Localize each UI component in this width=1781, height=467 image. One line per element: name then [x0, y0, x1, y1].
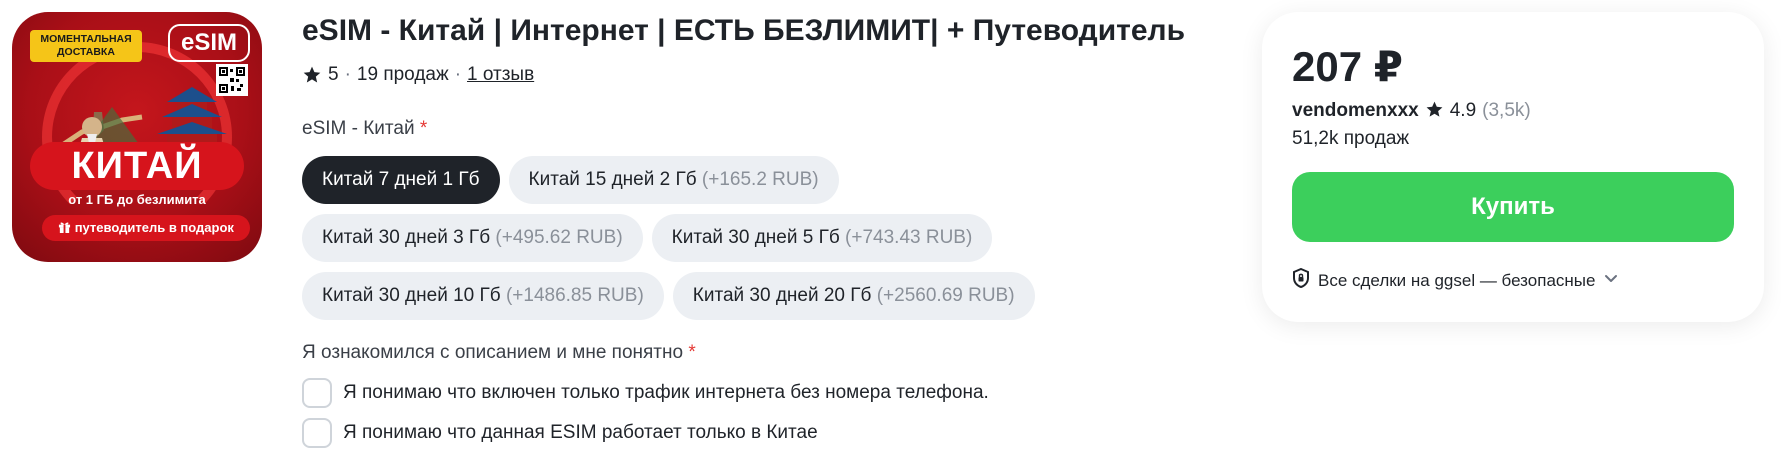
seller-info: vendomenxxx 4.9 (3,5k) — [1292, 100, 1531, 122]
variant-options: Китай 7 дней 1 Гб Китай 15 дней 2 Гб (+1… — [302, 156, 1122, 330]
gift-icon — [58, 220, 75, 235]
delivery-badge: МОМЕНТАЛЬНАЯ ДОСТАВКА — [30, 30, 142, 62]
checkbox[interactable] — [302, 378, 332, 408]
option-name: Китай 7 дней 1 Гб — [322, 169, 480, 190]
buy-button[interactable]: Купить — [1292, 172, 1734, 242]
gift-text: путеводитель в подарок — [74, 220, 234, 235]
chevron-down-icon[interactable] — [1603, 270, 1619, 291]
safe-deals-text: Все сделки на ggsel — безопасные — [1318, 270, 1596, 290]
variant-option-7d-1gb[interactable]: Китай 7 дней 1 Гб — [302, 156, 500, 204]
option-extra-price: (+1486.85 RUB) — [505, 285, 644, 306]
variant-option-30d-10gb[interactable]: Китай 30 дней 10 Гб (+1486.85 RUB) — [302, 272, 664, 320]
required-mark: * — [419, 118, 428, 139]
option-name: Китай 30 дней 5 Гб — [671, 227, 840, 248]
product-meta: 5 · 19 продаж · 1 отзыв — [302, 64, 534, 86]
variant-label: eSIM - Китай * — [302, 118, 427, 140]
price: 207 ₽ — [1292, 43, 1403, 90]
checkbox-label: Я понимаю что включен только трафик инте… — [343, 382, 989, 403]
gift-pill: путеводитель в подарок — [42, 215, 250, 241]
required-mark: * — [688, 342, 696, 363]
esim-badge: eSIM — [168, 24, 250, 62]
product-title: eSIM - Китай | Интернет | ЕСТЬ БЕЗЛИМИТ|… — [302, 14, 1186, 47]
variant-option-15d-2gb[interactable]: Китай 15 дней 2 Гб (+165.2 RUB) — [508, 156, 839, 204]
variant-option-30d-20gb[interactable]: Китай 30 дней 20 Гб (+2560.69 RUB) — [672, 272, 1035, 320]
agreement-label: Я ознакомился с описанием и мне понятно … — [302, 342, 696, 364]
option-extra-price: (+743.43 RUB) — [845, 227, 973, 248]
separator-dot: · — [454, 64, 462, 85]
checkbox-label: Я понимаю что данная ESIM работает тольк… — [343, 422, 818, 443]
product-image[interactable]: МОМЕНТАЛЬНАЯ ДОСТАВКА eSIM КИТАЙ от 1 ГБ… — [12, 12, 262, 262]
option-extra-price: (+495.62 RUB) — [495, 227, 623, 248]
option-name: Китай 30 дней 10 Гб — [322, 285, 501, 306]
option-extra-price: (+2560.69 RUB) — [876, 285, 1015, 306]
agreement-item-no-phone[interactable]: Я понимаю что включен только трафик инте… — [302, 378, 989, 408]
seller-rating: 4.9 — [1449, 100, 1477, 121]
option-name: Китай 30 дней 20 Гб — [692, 285, 872, 306]
seller-name-link[interactable]: vendomenxxx — [1292, 100, 1419, 122]
option-name: Китай 15 дней 2 Гб — [528, 169, 697, 190]
star-icon — [302, 65, 322, 85]
seller-reviews-count: (3,5k) — [1482, 100, 1531, 121]
country-banner: КИТАЙ — [30, 142, 244, 190]
variant-label-text: eSIM - Китай — [302, 118, 415, 139]
option-extra-price: (+165.2 RUB) — [701, 169, 819, 190]
agreement-item-china-only[interactable]: Я понимаю что данная ESIM работает тольк… — [302, 418, 818, 448]
product-sales: 19 продаж — [356, 64, 449, 85]
reviews-link[interactable]: 1 отзыв — [467, 64, 534, 86]
separator-dot: · — [344, 64, 351, 85]
option-name: Китай 30 дней 3 Гб — [322, 227, 491, 248]
variant-option-30d-3gb[interactable]: Китай 30 дней 3 Гб (+495.62 RUB) — [302, 214, 643, 262]
data-range-text: от 1 ГБ до безлимита — [68, 192, 206, 207]
seller-sales: 51,2k продаж — [1292, 128, 1410, 149]
shield-icon — [1292, 267, 1310, 293]
checkbox[interactable] — [302, 418, 332, 448]
safe-deals-toggle[interactable]: Все сделки на ggsel — безопасные — [1292, 267, 1619, 293]
purchase-card: 207 ₽ vendomenxxx 4.9 (3,5k) 51,2k прода… — [1262, 12, 1764, 322]
variant-option-30d-5gb[interactable]: Китай 30 дней 5 Гб (+743.43 RUB) — [651, 214, 993, 262]
product-rating: 5 — [328, 64, 339, 85]
star-icon — [1425, 100, 1444, 122]
agreement-label-text: Я ознакомился с описанием и мне понятно — [302, 342, 684, 363]
